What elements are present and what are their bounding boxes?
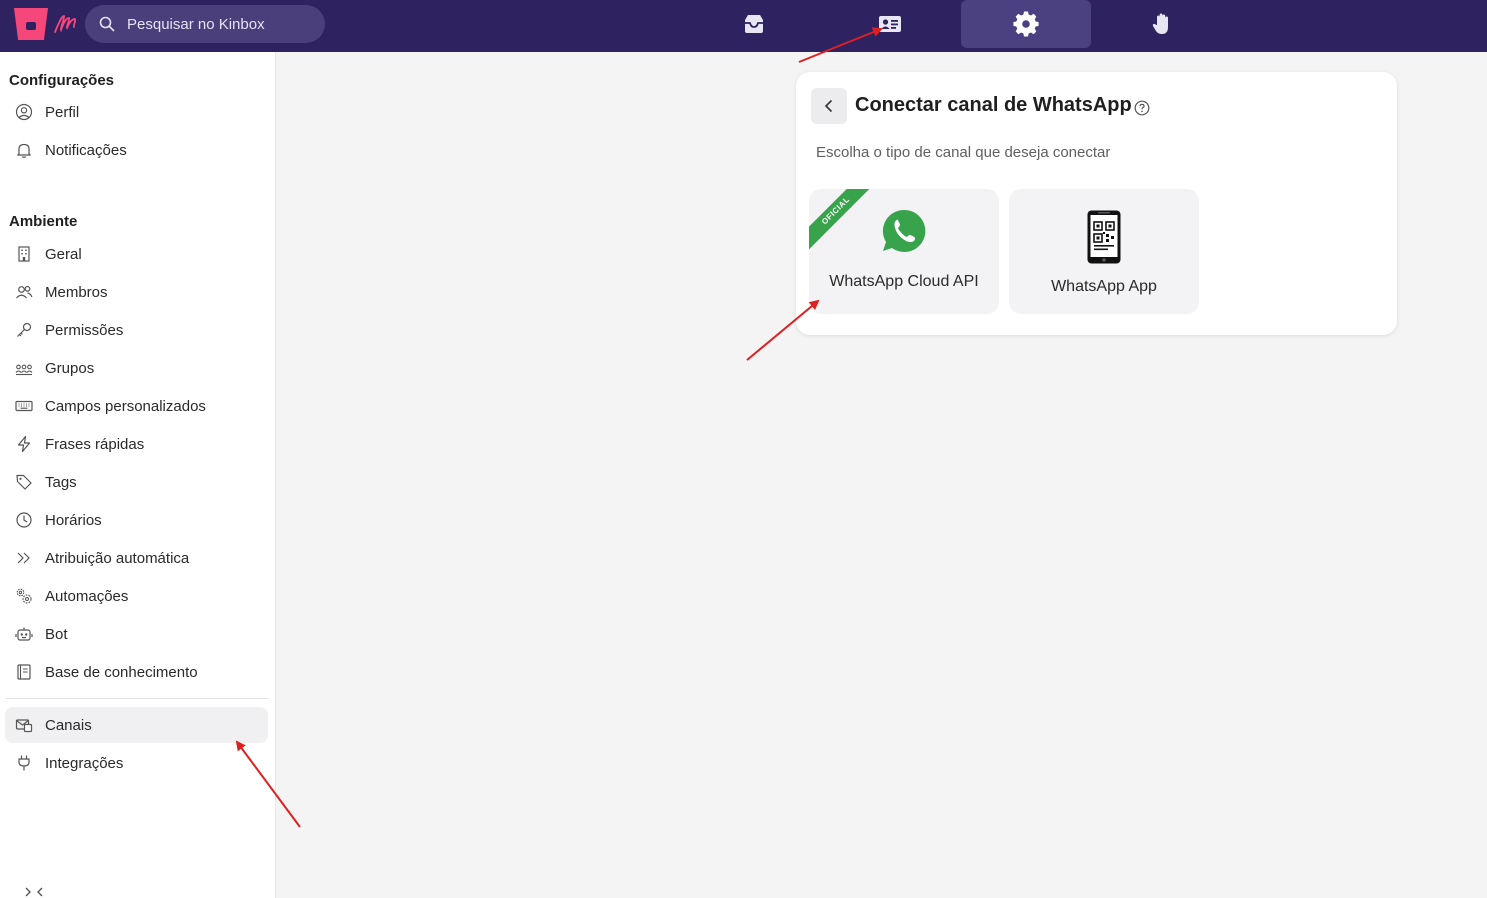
sidebar-item-label: Horários <box>45 511 102 529</box>
sidebar-item-permissoes[interactable]: Permissões <box>5 312 268 348</box>
sidebar-item-label: Permissões <box>45 321 124 339</box>
book-icon <box>14 662 34 682</box>
collapse-sidebar-icon[interactable] <box>24 884 44 898</box>
sidebar-item-atribuicao-automatica[interactable]: Atribuição automática <box>5 540 268 576</box>
nav-contacts[interactable] <box>825 0 955 48</box>
option-whatsapp-cloud-api[interactable]: OFICIAL WhatsApp Cloud API <box>809 189 999 314</box>
sidebar-item-label: Notificações <box>45 141 127 159</box>
whatsapp-icon <box>882 209 926 252</box>
sidebar-item-horarios[interactable]: Horários <box>5 502 268 538</box>
sidebar-divider <box>5 698 268 699</box>
sidebar-item-integracoes[interactable]: Integrações <box>5 745 268 781</box>
robot-icon <box>14 624 34 644</box>
chevron-left-icon <box>824 100 832 112</box>
channels-icon <box>14 715 34 735</box>
sidebar-item-label: Membros <box>45 283 108 301</box>
page-title: Conectar canal de WhatsApp <box>855 94 1132 116</box>
help-icon[interactable] <box>1134 100 1150 116</box>
double-chevron-icon <box>14 548 34 568</box>
search-placeholder: Pesquisar no Kinbox <box>127 15 265 33</box>
section-title-configuracoes: Configurações <box>9 72 115 89</box>
option-label: WhatsApp Cloud API <box>829 273 979 290</box>
key-icon <box>14 320 34 340</box>
logo-script-icon <box>54 15 77 33</box>
option-whatsapp-app[interactable]: WhatsApp App <box>1009 189 1199 314</box>
sidebar-item-tags[interactable]: Tags <box>5 464 268 500</box>
sidebar-item-membros[interactable]: Membros <box>5 274 268 310</box>
building-icon <box>14 244 34 264</box>
search-bar[interactable]: Pesquisar no Kinbox <box>85 5 325 43</box>
sidebar-item-label: Automações <box>45 587 129 605</box>
nav-settings[interactable] <box>961 0 1091 48</box>
sidebar-item-label: Campos personalizados <box>45 397 206 415</box>
sidebar-item-bot[interactable]: Bot <box>5 616 268 652</box>
plug-icon <box>14 753 34 773</box>
sidebar-item-label: Geral <box>45 245 82 263</box>
sidebar-item-campos-personalizados[interactable]: Campos personalizados <box>5 388 268 424</box>
tag-icon <box>14 472 34 492</box>
keyboard-icon <box>14 396 34 416</box>
nav-help[interactable] <box>1097 0 1227 48</box>
sidebar-item-frases-rapidas[interactable]: Frases rápidas <box>5 426 268 462</box>
sidebar-item-notificacoes[interactable]: Notificações <box>5 132 268 168</box>
option-label: WhatsApp App <box>1051 278 1157 295</box>
contact-card-icon <box>879 16 901 32</box>
sidebar-item-base-de-conhecimento[interactable]: Base de conhecimento <box>5 654 268 690</box>
bell-icon <box>14 140 34 160</box>
sidebar-item-label: Grupos <box>45 359 95 377</box>
sidebar-item-label: Bot <box>45 625 68 643</box>
search-icon <box>99 16 115 32</box>
settings-sidebar: Configurações Perfil Notificações Ambien… <box>0 52 276 898</box>
group-icon <box>14 358 34 378</box>
official-ribbon: OFICIAL <box>809 189 881 256</box>
lightning-icon <box>14 434 34 454</box>
sidebar-item-label: Frases rápidas <box>45 435 145 453</box>
section-title-ambiente: Ambiente <box>9 213 78 230</box>
users-icon <box>14 282 34 302</box>
sidebar-item-grupos[interactable]: Grupos <box>5 350 268 386</box>
card-subtitle: Escolha o tipo de canal que deseja conec… <box>816 144 1111 161</box>
inbox-icon <box>745 15 763 33</box>
gear-icon <box>1013 11 1039 37</box>
sidebar-item-label: Canais <box>45 716 92 734</box>
sidebar-item-automacoes[interactable]: Automações <box>5 578 268 614</box>
sidebar-item-label: Base de conhecimento <box>45 663 198 681</box>
clock-icon <box>14 510 34 530</box>
top-bar: Pesquisar no Kinbox <box>0 0 1487 52</box>
sidebar-item-label: Atribuição automática <box>45 549 190 567</box>
connect-whatsapp-card: Conectar canal de WhatsApp Escolha o tip… <box>796 72 1397 335</box>
gears-icon <box>14 586 34 606</box>
phone-qr-icon <box>1087 210 1121 264</box>
sidebar-item-label: Perfil <box>45 103 80 121</box>
sidebar-item-perfil[interactable]: Perfil <box>5 94 268 130</box>
sidebar-item-canais[interactable]: Canais <box>5 707 268 743</box>
user-circle-icon <box>14 102 34 122</box>
sidebar-item-label: Integrações <box>45 754 124 772</box>
hand-icon <box>1152 13 1168 34</box>
nav-inbox[interactable] <box>689 0 819 48</box>
kinbox-logo[interactable] <box>14 8 50 40</box>
sidebar-item-geral[interactable]: Geral <box>5 236 268 272</box>
logo-mark <box>14 8 48 40</box>
sidebar-item-label: Tags <box>45 473 77 491</box>
back-button[interactable] <box>811 88 847 124</box>
